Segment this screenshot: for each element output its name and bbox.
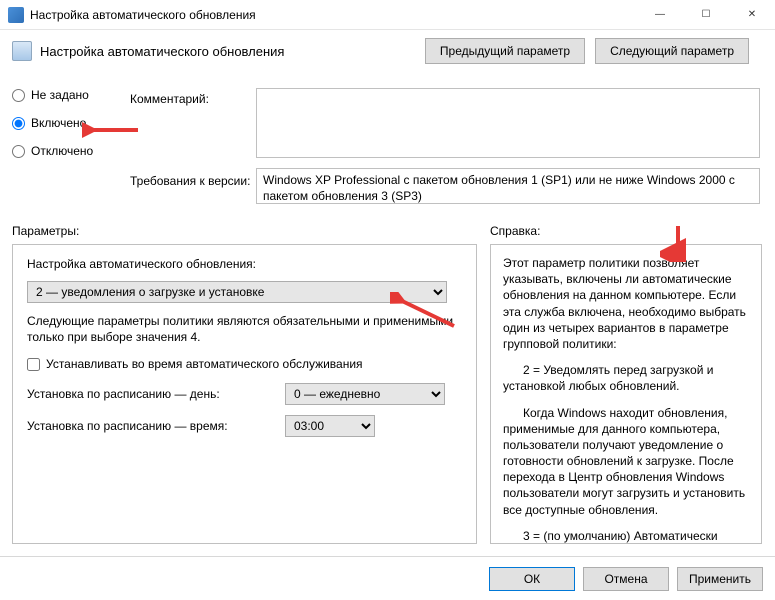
radio-enabled-input[interactable] [12,117,25,130]
help-text: Когда Windows находит обновления, примен… [503,405,749,518]
close-button[interactable]: ✕ [729,0,775,30]
radio-not-configured[interactable]: Не задано [12,88,93,102]
policy-title: Настройка автоматического обновления [40,44,425,59]
ok-button[interactable]: ОК [489,567,575,591]
auto-maintenance-checkbox-row[interactable]: Устанавливать во время автоматического о… [27,357,462,371]
cancel-button[interactable]: Отмена [583,567,669,591]
titlebar: Настройка автоматического обновления — ☐… [0,0,775,30]
schedule-time-label: Установка по расписанию — время: [27,419,275,433]
help-text: 3 = (по умолчанию) Автоматически загружа… [503,528,749,544]
policy-icon [12,41,32,61]
radio-enabled-label: Включено [31,116,86,130]
schedule-day-label: Установка по расписанию — день: [27,387,275,401]
parameters-panel: Настройка автоматического обновления: 2 … [12,244,477,544]
auto-maintenance-checkbox-label: Устанавливать во время автоматического о… [46,357,363,371]
help-text: Этот параметр политики позволяет указыва… [503,255,749,352]
radio-not-configured-label: Не задано [31,88,89,102]
help-panel[interactable]: Этот параметр политики позволяет указыва… [490,244,762,544]
requirements-text[interactable]: Windows XP Professional с пакетом обновл… [256,168,760,204]
radio-enabled[interactable]: Включено [12,116,93,130]
dialog-footer: ОК Отмена Применить [0,556,775,600]
minimize-button[interactable]: — [637,0,683,30]
policy-header: Настройка автоматического обновления Пре… [0,30,775,72]
comment-textarea[interactable] [256,88,760,158]
window-title: Настройка автоматического обновления [30,8,637,22]
help-label: Справка: [490,224,540,238]
app-icon [8,7,24,23]
maximize-button[interactable]: ☐ [683,0,729,30]
previous-setting-button[interactable]: Предыдущий параметр [425,38,585,64]
schedule-time-select[interactable]: 03:00 [285,415,375,437]
auto-maintenance-checkbox[interactable] [27,358,40,371]
params-note: Следующие параметры политики являются об… [27,313,462,345]
radio-disabled-input[interactable] [12,145,25,158]
requirements-label: Требования к версии: [130,174,250,188]
state-radio-group: Не задано Включено Отключено [12,88,93,158]
radio-disabled[interactable]: Отключено [12,144,93,158]
radio-not-configured-input[interactable] [12,89,25,102]
next-setting-button[interactable]: Следующий параметр [595,38,749,64]
window-controls: — ☐ ✕ [637,0,775,30]
update-config-label: Настройка автоматического обновления: [27,257,462,271]
help-text: 2 = Уведомлять перед загрузкой и установ… [503,362,749,394]
apply-button[interactable]: Применить [677,567,763,591]
comment-label: Комментарий: [130,92,209,106]
schedule-day-select[interactable]: 0 — ежедневно [285,383,445,405]
radio-disabled-label: Отключено [31,144,93,158]
update-config-select[interactable]: 2 — уведомления о загрузке и установке [27,281,447,303]
parameters-label: Параметры: [12,224,79,238]
